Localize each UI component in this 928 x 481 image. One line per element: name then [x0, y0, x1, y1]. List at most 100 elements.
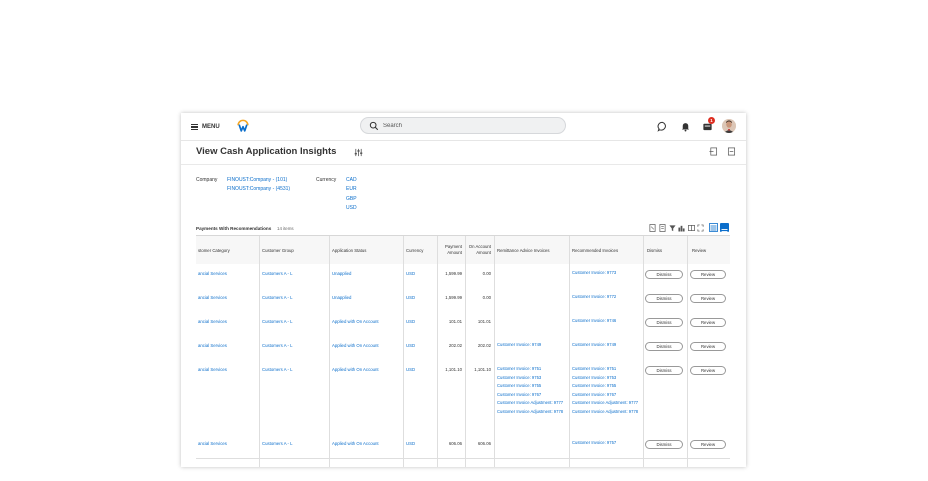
cell-application-status[interactable]: Unapplied — [332, 271, 351, 276]
search-icon — [369, 121, 379, 131]
cell-currency[interactable]: USD — [406, 441, 415, 446]
currency-link[interactable]: GBP — [346, 196, 357, 202]
chat-icon[interactable] — [657, 121, 668, 132]
cell-on-account-amount: 606.06 — [477, 441, 491, 446]
review-button[interactable]: Review — [690, 270, 726, 279]
header-payment-amount[interactable]: Payment Amount — [439, 236, 462, 264]
invoice-link[interactable]: Customer Invoice: 9751 — [572, 366, 642, 372]
dismiss-button[interactable]: Dismiss — [645, 318, 683, 327]
cell-currency[interactable]: USD — [406, 367, 415, 372]
header-application-status[interactable]: Application Status — [332, 236, 402, 264]
cell-customer-group[interactable]: Customers A - L — [262, 441, 293, 446]
cell-customer-category[interactable]: ancial Services — [198, 367, 227, 372]
invoice-link[interactable]: Customer Invoice: 9749 — [572, 342, 616, 348]
invoice-link[interactable]: Customer Invoice: 9753 — [572, 375, 642, 381]
header-recommended-invoices[interactable]: Recommended Invoices — [572, 236, 642, 264]
cell-application-status[interactable]: Applied with On Account — [332, 367, 379, 372]
cell-customer-group[interactable]: Customers A - L — [262, 319, 293, 324]
invoice-link[interactable]: Customer Invoice: 9746 — [572, 318, 616, 324]
company-link[interactable]: FINOUST:Company - (101) — [227, 177, 287, 183]
cell-application-status[interactable]: Applied with On Account — [332, 319, 379, 324]
cell-customer-group[interactable]: Customers A - L — [262, 271, 293, 276]
invoice-link[interactable]: Customer Invoice: 9749 — [497, 342, 541, 348]
invoice-link[interactable]: Customer Invoice: 9773 — [572, 270, 616, 276]
review-button[interactable]: Review — [690, 342, 726, 351]
review-button[interactable]: Review — [690, 294, 726, 303]
cell-recommended-invoices: Customer Invoice: 9751 Customer Invoice:… — [572, 366, 642, 414]
invoice-link[interactable]: Customer Invoice: 9753 — [497, 375, 567, 381]
columns-icon[interactable] — [688, 224, 695, 232]
invoice-link[interactable]: Customer Invoice: 9755 — [497, 383, 567, 389]
header-customer-group[interactable]: Customer Group — [262, 236, 327, 264]
workday-logo-icon[interactable] — [236, 119, 250, 133]
menu-button[interactable]: MENU — [191, 121, 220, 133]
export-excel-icon[interactable] — [649, 224, 656, 232]
export-pdf-icon[interactable] — [659, 224, 666, 232]
cell-customer-category[interactable]: ancial Services — [198, 343, 227, 348]
cell-customer-category[interactable]: ancial Services — [198, 295, 227, 300]
header-remittance-invoices[interactable]: Remittance Advice Invoices — [497, 236, 569, 264]
currency-link[interactable]: CAD — [346, 177, 357, 183]
invoice-adjustment-link[interactable]: Customer Invoice Adjustment: 9777 — [497, 400, 567, 406]
cell-customer-category[interactable]: ancial Services — [198, 271, 227, 276]
cell-payment-amount: 101.01 — [448, 319, 462, 324]
expand-icon[interactable] — [727, 147, 736, 156]
cell-customer-group[interactable]: Customers A - L — [262, 295, 293, 300]
cell-currency[interactable]: USD — [406, 271, 415, 276]
table-row: ancial Services Customers A - L Applied … — [196, 336, 730, 361]
invoice-link[interactable]: Customer Invoice: 9755 — [572, 383, 642, 389]
cell-customer-group[interactable]: Customers A - L — [262, 343, 293, 348]
table-view-icon[interactable] — [709, 223, 718, 232]
search-bar[interactable] — [360, 117, 566, 134]
search-input[interactable] — [383, 120, 553, 131]
fullscreen-icon[interactable] — [697, 224, 704, 232]
cell-on-account-amount: 0.00 — [482, 295, 491, 300]
invoice-link[interactable]: Customer Invoice: 9772 — [572, 294, 616, 300]
cell-customer-group[interactable]: Customers A - L — [262, 367, 293, 372]
invoice-link[interactable]: Customer Invoice: 9767 — [497, 392, 567, 398]
column-divider — [259, 236, 260, 467]
dismiss-button[interactable]: Dismiss — [645, 294, 683, 303]
cell-payment-amount: 202.02 — [448, 343, 462, 348]
cell-currency[interactable]: USD — [406, 343, 415, 348]
invoice-adjustment-link[interactable]: Customer Invoice Adjustment: 9778 — [572, 409, 642, 415]
cell-customer-category[interactable]: ancial Services — [198, 441, 227, 446]
invoice-link[interactable]: Customer Invoice: 9757 — [572, 440, 616, 446]
header-customer-category[interactable]: stomer Category — [198, 236, 258, 264]
cell-customer-category[interactable]: ancial Services — [198, 319, 227, 324]
table-row: ancial Services Customers A - L Unapplie… — [196, 264, 730, 289]
header-dismiss: Dismiss — [647, 247, 663, 253]
dismiss-button[interactable]: Dismiss — [645, 342, 683, 351]
cell-recommended-invoices: Customer Invoice: 9757 — [572, 440, 616, 446]
related-actions-icon[interactable] — [354, 148, 363, 157]
column-divider — [643, 236, 644, 467]
dismiss-button[interactable]: Dismiss — [645, 270, 683, 279]
review-button[interactable]: Review — [690, 440, 726, 449]
cell-application-status[interactable]: Applied with On Account — [332, 343, 379, 348]
cell-application-status[interactable]: Unapplied — [332, 295, 351, 300]
export-pdf-icon[interactable] — [709, 147, 718, 156]
header-currency[interactable]: Currency — [406, 236, 436, 264]
review-button[interactable]: Review — [690, 366, 726, 375]
list-view-button[interactable] — [720, 223, 729, 234]
header-on-account-amount[interactable]: On Account Amount — [467, 236, 491, 264]
cell-currency[interactable]: USD — [406, 319, 415, 324]
bell-icon[interactable] — [680, 121, 691, 132]
currency-link[interactable]: EUR — [346, 186, 357, 192]
filter-icon[interactable] — [669, 224, 676, 232]
invoice-link[interactable]: Customer Invoice: 9767 — [572, 392, 642, 398]
invoice-adjustment-link[interactable]: Customer Invoice Adjustment: 9778 — [497, 409, 567, 415]
chart-icon[interactable] — [678, 224, 685, 232]
cell-recommended-invoices: Customer Invoice: 9773 — [572, 270, 616, 276]
cell-currency[interactable]: USD — [406, 295, 415, 300]
invoice-adjustment-link[interactable]: Customer Invoice Adjustment: 9777 — [572, 400, 642, 406]
dismiss-button[interactable]: Dismiss — [645, 440, 683, 449]
currency-link[interactable]: USD — [346, 205, 357, 211]
user-avatar[interactable] — [722, 119, 736, 133]
invoice-link[interactable]: Customer Invoice: 9751 — [497, 366, 567, 372]
company-link[interactable]: FINOUST:Company - (4531) — [227, 186, 290, 192]
cell-application-status[interactable]: Applied with On Account — [332, 441, 379, 446]
grid-title: Payments With Recommendations — [196, 226, 272, 231]
review-button[interactable]: Review — [690, 318, 726, 327]
dismiss-button[interactable]: Dismiss — [645, 366, 683, 375]
